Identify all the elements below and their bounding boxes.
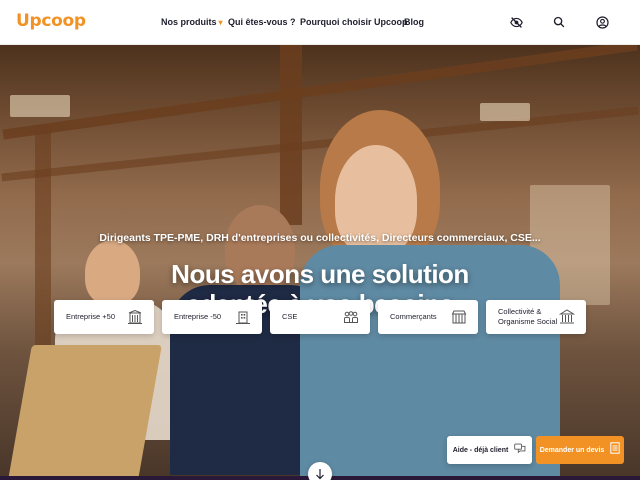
hero-title-line: Nous avons une solution <box>171 259 469 289</box>
card-label: Collectivité & Organisme Social <box>498 307 558 326</box>
hero-section: Dirigeants TPE-PME, DRH d'entreprises ou… <box>0 45 640 480</box>
small-building-icon <box>234 309 252 325</box>
card-cse[interactable]: CSE <box>270 300 370 334</box>
eye-slash-icon[interactable] <box>508 14 524 30</box>
scroll-down-button[interactable] <box>308 462 332 480</box>
ceiling-beam <box>2 45 638 140</box>
group-icon <box>342 309 360 325</box>
shop-icon <box>450 309 468 325</box>
document-icon <box>610 441 620 459</box>
laptop <box>8 345 162 480</box>
chevron-down-icon: ▾ <box>218 18 223 27</box>
nav-item-why-upcoop[interactable]: Pourquoi choisir Upcoop <box>300 15 408 29</box>
card-label: Commerçants <box>390 312 437 321</box>
card-commercants[interactable]: Commerçants <box>378 300 478 334</box>
help-button[interactable]: Aide - déjà client <box>447 436 532 464</box>
user-icon[interactable] <box>594 14 610 30</box>
logo[interactable]: Upcoop <box>16 11 86 31</box>
card-entreprise-plus-50[interactable]: Entreprise +50 <box>54 300 154 334</box>
hero-subtitle: Dirigeants TPE-PME, DRH d'entreprises ou… <box>99 232 541 244</box>
search-icon[interactable] <box>551 14 567 30</box>
site-header: Upcoop Nos produits ▾ Qui êtes-vous ? Pou… <box>0 0 640 45</box>
nav-item-products[interactable]: Nos produits ▾ <box>161 15 223 30</box>
ceiling-light <box>10 95 70 117</box>
chat-bubbles-icon <box>514 441 526 459</box>
institution-icon <box>558 309 576 325</box>
wooden-pillar <box>280 45 302 225</box>
demo-button-label: Demander un devis <box>539 446 605 454</box>
card-label: CSE <box>282 312 298 321</box>
card-collectivite[interactable]: Collectivité & Organisme Social <box>486 300 586 334</box>
nav-item-who-are-you[interactable]: Qui êtes-vous ? <box>228 15 296 29</box>
card-entreprise-moins-50[interactable]: Entreprise -50 <box>162 300 262 334</box>
arrow-down-icon <box>316 469 324 480</box>
nav-item-blog[interactable]: Blog <box>404 15 424 29</box>
nav-item-label: Nos produits <box>161 17 217 27</box>
demo-button[interactable]: Demander un devis <box>536 436 624 464</box>
help-button-label: Aide - déjà client <box>452 446 509 454</box>
large-building-icon <box>126 309 144 325</box>
card-label: Entreprise -50 <box>174 312 222 321</box>
card-label: Entreprise +50 <box>66 312 115 321</box>
ceiling-light <box>480 103 530 121</box>
